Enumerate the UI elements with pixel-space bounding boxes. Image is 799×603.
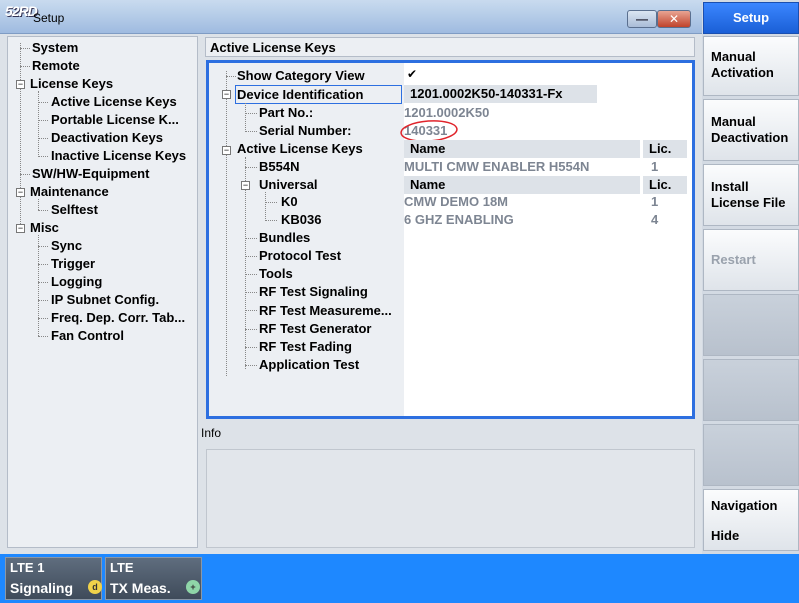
k0-item[interactable]: K0 — [281, 194, 298, 209]
show-category-view-label: Show Category View — [237, 68, 365, 83]
hide-label: Hide — [711, 528, 740, 543]
tree-item-deactivation-keys[interactable]: Deactivation Keys — [51, 130, 163, 145]
table2-col-name: Name — [404, 176, 640, 194]
tree-item-fan-control[interactable]: Fan Control — [51, 328, 124, 343]
kb036-item[interactable]: KB036 — [281, 212, 321, 227]
table2-row-name: 6 GHZ ENABLING — [404, 212, 514, 227]
close-icon: ✕ — [668, 12, 680, 26]
tree-item-inactive-license-keys[interactable]: Inactive License Keys — [51, 148, 186, 163]
collapse-maintenance-icon[interactable]: − — [16, 188, 25, 197]
tree-item-remote[interactable]: Remote — [32, 58, 80, 73]
serial-number-label: Serial Number: — [259, 123, 352, 138]
license-values-column: ✔ 1201.0002K50-140331-Fx 1201.0002K50 14… — [400, 63, 692, 416]
table2-row-lic: 4 — [651, 212, 659, 227]
tree-item-misc[interactable]: Misc — [30, 220, 59, 235]
b554n-item[interactable]: B554N — [259, 159, 299, 174]
title-bar: 52RD Setup — ✕ — [0, 0, 702, 34]
license-keys-panel: Show Category View − Device Identificati… — [206, 60, 695, 419]
empty-softkey — [703, 294, 799, 356]
table1-col-name: Name — [404, 140, 640, 158]
tree-item-freq-dep-corr-table[interactable]: Freq. Dep. Corr. Tab... — [51, 310, 185, 325]
application-test-item[interactable]: Application Test — [259, 357, 359, 372]
tree-item-active-license-keys[interactable]: Active License Keys — [51, 94, 177, 109]
minimize-button[interactable]: — — [627, 10, 657, 28]
watermark-logo: 52RD — [5, 3, 38, 19]
table1-col-lic: Lic. — [643, 140, 687, 158]
tree-item-ip-subnet-config[interactable]: IP Subnet Config. — [51, 292, 159, 307]
tree-item-selftest[interactable]: Selftest — [51, 202, 98, 217]
show-category-checkbox[interactable]: ✔ — [407, 67, 417, 81]
restart-button[interactable]: Restart — [703, 229, 799, 291]
protocol-test-item[interactable]: Protocol Test — [259, 248, 341, 263]
rf-test-signaling-item[interactable]: RF Test Signaling — [259, 284, 368, 299]
tools-item[interactable]: Tools — [259, 266, 293, 281]
tree-item-portable-license-keys[interactable]: Portable License K... — [51, 112, 179, 127]
navigation-hide-button[interactable]: Navigation Hide — [703, 489, 799, 551]
rf-test-generator-item[interactable]: RF Test Generator — [259, 321, 371, 336]
collapse-device-identification-icon[interactable]: − — [222, 90, 231, 99]
table2-col-lic: Lic. — [643, 176, 687, 194]
universal-item[interactable]: Universal — [259, 177, 318, 192]
install-license-file-button[interactable]: Install License File — [703, 164, 799, 226]
collapse-license-keys-icon[interactable]: − — [16, 80, 25, 89]
measurement-status-icon: + — [186, 580, 200, 594]
manual-deactivation-button[interactable]: Manual Deactivation — [703, 99, 799, 161]
tree-item-logging[interactable]: Logging — [51, 274, 102, 289]
license-tree-column: Show Category View − Device Identificati… — [209, 63, 404, 416]
part-no-label: Part No.: — [259, 105, 314, 120]
bundles-item[interactable]: Bundles — [259, 230, 310, 245]
device-id-value: 1201.0002K50-140331-Fx — [404, 85, 597, 103]
device-identification-item[interactable]: Device Identification — [237, 87, 363, 102]
rf-test-fading-item[interactable]: RF Test Fading — [259, 339, 352, 354]
rf-test-measurement-item[interactable]: RF Test Measureme... — [259, 303, 392, 318]
tree-item-maintenance[interactable]: Maintenance — [30, 184, 109, 199]
collapse-active-license-keys-icon[interactable]: − — [222, 146, 231, 155]
info-area — [206, 449, 695, 548]
table2-row-lic: 1 — [651, 194, 659, 209]
tree-item-sw-hw-equipment[interactable]: SW/HW-Equipment — [32, 166, 149, 181]
table2-row-name: CMW DEMO 18M — [404, 194, 508, 209]
tree-item-trigger[interactable]: Trigger — [51, 256, 95, 271]
tree-item-license-keys[interactable]: License Keys — [30, 76, 113, 91]
table1-row-name: MULTI CMW ENABLER H554N — [404, 159, 590, 174]
setup-navigation-tree: System Remote − License Keys Active Lice… — [7, 36, 198, 548]
empty-softkey — [703, 424, 799, 486]
manual-activation-button[interactable]: Manual Activation — [703, 36, 799, 96]
collapse-universal-icon[interactable]: − — [241, 181, 250, 190]
close-button[interactable]: ✕ — [657, 10, 691, 28]
table1-row-lic: 1 — [651, 159, 659, 174]
tree-item-sync[interactable]: Sync — [51, 238, 82, 253]
tree-item-system[interactable]: System — [32, 40, 78, 55]
active-license-keys-item[interactable]: Active License Keys — [237, 141, 363, 156]
lte-signaling-task[interactable]: LTE 1 Signaling d — [5, 557, 102, 600]
lte-tx-meas-task[interactable]: LTE TX Meas. + — [105, 557, 202, 600]
info-label: Info — [201, 426, 222, 440]
signaling-status-icon: d — [88, 580, 102, 594]
page-title: Active License Keys — [205, 37, 695, 57]
empty-softkey — [703, 359, 799, 421]
minimize-icon: — — [636, 12, 648, 26]
navigation-label: Navigation — [711, 498, 778, 513]
window-title: Setup — [33, 11, 65, 25]
collapse-misc-icon[interactable]: − — [16, 224, 25, 233]
setup-button[interactable]: Setup — [703, 2, 799, 34]
